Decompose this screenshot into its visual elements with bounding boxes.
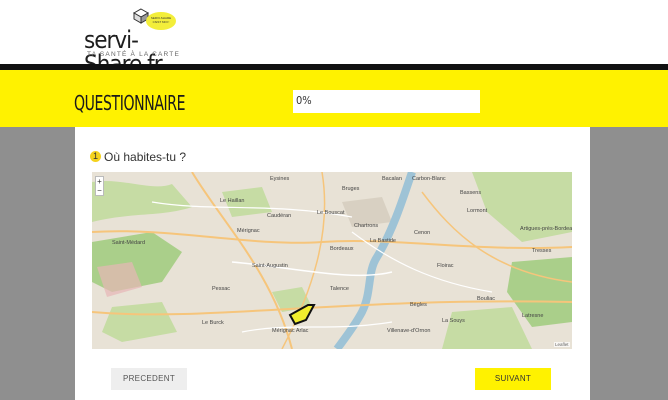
zoom-in-button[interactable]: + (96, 177, 103, 186)
map-place-label: La Bastide (370, 238, 396, 244)
map[interactable]: Eysines Le Haillan Bruges Le Bouscat Lormont… (92, 172, 572, 349)
map-place-label: Bouliac (477, 296, 495, 302)
next-button[interactable]: SUIVANT (475, 368, 551, 390)
map-attribution[interactable]: Leaflet (554, 342, 570, 347)
progress-bar: 0% (293, 90, 480, 113)
questionnaire-title: QUESTIONNAIRE (74, 91, 186, 115)
map-place-label: Bruges (342, 186, 360, 192)
map-place-label: Talence (330, 286, 349, 292)
map-place-label: Floirac (437, 263, 454, 269)
map-place-label: Tresses (532, 248, 552, 254)
map-place-label: Carbon-Blanc (412, 176, 446, 182)
zoom-out-button[interactable]: − (96, 186, 103, 195)
map-place-label: Pessac (212, 286, 230, 292)
map-place-label: Eysines (270, 176, 290, 182)
map-place-label: Mérignac (237, 228, 260, 234)
map-place-label: Bassens (460, 190, 481, 196)
previous-button[interactable]: PRECEDENT (111, 368, 187, 390)
question-number-badge: 1 (90, 151, 101, 162)
map-place-label: Artigues-près-Bordeaux (520, 226, 572, 232)
map-place-label: Mérignac Arlac (272, 328, 309, 334)
left-gutter (0, 127, 75, 400)
question-text: Où habites-tu ? (104, 150, 187, 164)
site-header: SERVI-SHARE C'EST MOI ! servi-Share.fr T… (0, 0, 668, 76)
right-gutter (590, 127, 668, 400)
map-place-label: Bègles (410, 302, 427, 308)
logo-tagline: TA SANTÉ À LA CARTE (87, 51, 180, 58)
progress-text: 0% (296, 94, 312, 107)
map-place-label: Saint-Augustin (252, 263, 288, 269)
map-place-label: Le Burck (202, 320, 224, 326)
map-place-label: La Souys (442, 318, 465, 324)
map-canvas[interactable]: Eysines Le Haillan Bruges Le Bouscat Lormont… (92, 172, 572, 349)
map-place-label: Cenon (414, 230, 430, 236)
map-place-label: Lormont (467, 208, 488, 214)
map-place-label: Bordeaux (330, 246, 354, 252)
map-place-label: Le Bouscat (317, 210, 345, 216)
map-place-label: Villenave-d'Ornon (387, 328, 430, 334)
zoom-control: + − (95, 176, 104, 196)
map-place-label: Latresne (522, 313, 543, 319)
logo-badge-line: C'EST MOI ! (152, 20, 170, 24)
map-place-label: Le Haillan (220, 198, 244, 204)
map-place-label: Saint-Médard (112, 240, 145, 246)
map-place-label: Chartrons (354, 223, 378, 229)
site-logo[interactable]: SERVI-SHARE C'EST MOI ! servi-Share.fr T… (84, 6, 194, 76)
map-place-label: Bacalan (382, 176, 402, 182)
map-place-label: Caudéran (267, 213, 291, 219)
